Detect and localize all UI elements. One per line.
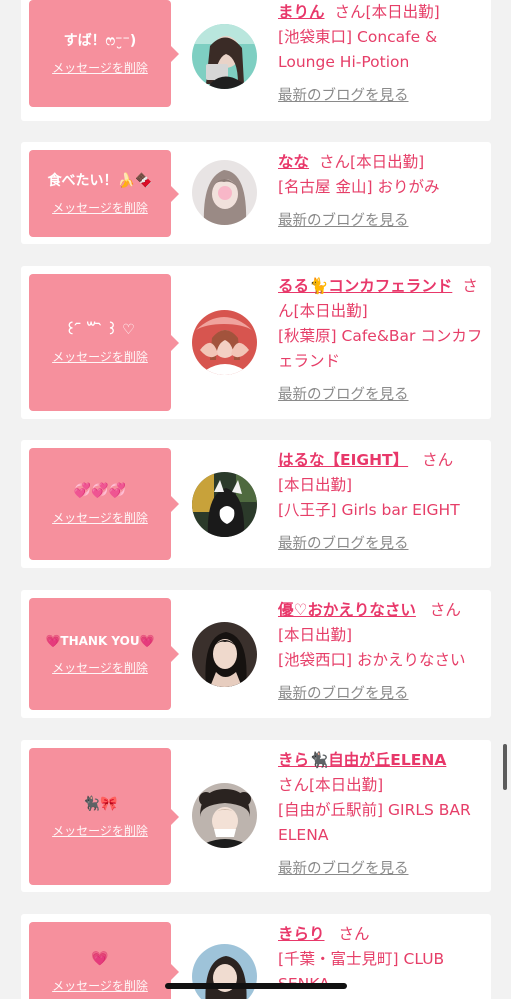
cast-name-link[interactable]: きらり xyxy=(278,925,325,943)
work-status: [本日出勤] xyxy=(350,153,425,171)
shop-name: [八王子] Girls bar EIGHT xyxy=(278,501,460,519)
avatar-photo-icon xyxy=(192,944,257,999)
message-bubble: 💞💞💞 メッセージを削除 xyxy=(29,448,179,560)
work-status: [本日出勤] xyxy=(278,476,353,494)
shop-name: [池袋東口] Concafe & Lounge Hi-Potion xyxy=(278,28,438,71)
avatar[interactable] xyxy=(192,24,257,89)
avatar[interactable] xyxy=(192,310,257,375)
message-bubble: 💗 メッセージを削除 xyxy=(29,922,179,999)
honorific: さん xyxy=(422,451,454,469)
message-text: ꒰ ᷇ ꒳ ᷆ ꒱ ♡ xyxy=(65,321,135,338)
cast-name-link[interactable]: るる🐈コンカフェランド xyxy=(278,277,452,295)
honorific: さん xyxy=(319,153,351,171)
message-card: ꒰ ᷇ ꒳ ᷆ ꒱ ♡ メッセージを削除 るる🐈コンカフェランド さん[本日出勤]… xyxy=(21,266,491,419)
honorific: さん xyxy=(278,776,310,794)
work-status: [本日出勤] xyxy=(278,626,353,644)
shop-name: [池袋西口] おかえりなさい xyxy=(278,651,466,669)
view-blog-link[interactable]: 最新のブログを見る xyxy=(278,857,484,878)
message-text: すば！ෆ⁻̮⁻) xyxy=(63,32,137,49)
honorific: さん xyxy=(429,601,461,619)
message-text: 💗 xyxy=(91,951,109,967)
work-status: [本日出勤] xyxy=(309,776,384,794)
cast-info: まりん さん[本日出勤] [池袋東口] Concafe & Lounge Hi-P… xyxy=(278,0,484,105)
view-blog-link[interactable]: 最新のブログを見る xyxy=(278,84,484,105)
shop-name: [自由が丘駅前] GIRLS BAR ELENA xyxy=(278,801,471,844)
message-bubble: 食べたい！🍌🍫 メッセージを削除 xyxy=(29,150,179,237)
avatar[interactable] xyxy=(192,944,257,999)
home-indicator[interactable] xyxy=(165,983,347,989)
cast-name-link[interactable]: まりん xyxy=(278,3,325,21)
scrollbar[interactable] xyxy=(503,744,507,790)
message-bubble: 💗THANK YOU💗 メッセージを削除 xyxy=(29,598,179,710)
cast-info: はるな【EIGHT】 さん [本日出勤] [八王子] Girls bar EIGH… xyxy=(278,448,484,553)
message-bubble: すば！ෆ⁻̮⁻) メッセージを削除 xyxy=(29,0,179,107)
cast-name-link[interactable]: なな xyxy=(278,153,309,171)
message-text: 食べたい！🍌🍫 xyxy=(47,172,153,189)
message-card: 💗THANK YOU💗 メッセージを削除 優♡おかえりなさい さん [本日出勤] … xyxy=(21,590,491,718)
message-list: すば！ෆ⁻̮⁻) メッセージを削除 まりん さん[本日出勤] [池袋東口] Con… xyxy=(0,0,511,999)
delete-message-link[interactable]: メッセージを削除 xyxy=(52,659,148,676)
message-card: すば！ෆ⁻̮⁻) メッセージを削除 まりん さん[本日出勤] [池袋東口] Con… xyxy=(21,0,491,121)
work-status: [本日出勤] xyxy=(293,302,368,320)
avatar-photo-icon xyxy=(192,783,257,848)
message-text: 💗THANK YOU💗 xyxy=(45,634,155,648)
message-card: 🐈‍⬛🎀 メッセージを削除 きら🐈‍⬛自由が丘ELENA さん[本日出勤] xyxy=(21,740,491,892)
delete-message-link[interactable]: メッセージを削除 xyxy=(52,509,148,526)
shop-name: [名古屋 金山] おりがみ xyxy=(278,178,440,196)
message-card: 食べたい！🍌🍫 メッセージを削除 なな さん[本日出勤] [名古屋 金山] おりが… xyxy=(21,142,491,244)
message-bubble: ꒰ ᷇ ꒳ ᷆ ꒱ ♡ メッセージを削除 xyxy=(29,274,179,411)
view-blog-link[interactable]: 最新のブログを見る xyxy=(278,209,484,230)
view-blog-link[interactable]: 最新のブログを見る xyxy=(278,682,484,703)
avatar-photo-icon xyxy=(192,160,257,225)
avatar[interactable] xyxy=(192,622,257,687)
avatar-photo-icon xyxy=(192,472,257,537)
view-blog-link[interactable]: 最新のブログを見る xyxy=(278,383,484,404)
message-text: 🐈‍⬛🎀 xyxy=(82,795,118,812)
cast-info: きら🐈‍⬛自由が丘ELENA さん[本日出勤] [自由が丘駅前] GIRLS B… xyxy=(278,748,484,878)
avatar[interactable] xyxy=(192,160,257,225)
message-card: 💞💞💞 メッセージを削除 はるな【EIGHT】 さん [本日出勤] [八王子] G… xyxy=(21,440,491,568)
cast-info: 優♡おかえりなさい さん [本日出勤] [池袋西口] おかえりなさい 最新のブログ… xyxy=(278,598,484,703)
delete-message-link[interactable]: メッセージを削除 xyxy=(52,59,148,76)
cast-info: なな さん[本日出勤] [名古屋 金山] おりがみ 最新のブログを見る xyxy=(278,150,484,230)
message-bubble: 🐈‍⬛🎀 メッセージを削除 xyxy=(29,748,179,885)
honorific: さん xyxy=(338,925,370,943)
delete-message-link[interactable]: メッセージを削除 xyxy=(52,977,148,994)
avatar-photo-icon xyxy=(192,310,257,375)
avatar-photo-icon xyxy=(192,622,257,687)
cast-name-link[interactable]: きら🐈‍⬛自由が丘ELENA xyxy=(278,751,446,769)
delete-message-link[interactable]: メッセージを削除 xyxy=(52,822,148,839)
avatar[interactable] xyxy=(192,783,257,848)
delete-message-link[interactable]: メッセージを削除 xyxy=(52,348,148,365)
honorific: さん xyxy=(334,3,366,21)
avatar[interactable] xyxy=(192,472,257,537)
cast-name-link[interactable]: はるな【EIGHT】 xyxy=(278,451,408,469)
view-blog-link[interactable]: 最新のブログを見る xyxy=(278,532,484,553)
shop-name: [秋葉原] Cafe&Bar コンカフェランド xyxy=(278,327,483,370)
cast-info: るる🐈コンカフェランド さん[本日出勤] [秋葉原] Cafe&Bar コンカフェ… xyxy=(278,274,484,404)
work-status: [本日出勤] xyxy=(365,3,440,21)
work-status: [千葉・富士見町] CLUB xyxy=(278,950,445,968)
message-text: 💞💞💞 xyxy=(73,483,127,499)
avatar-photo-icon xyxy=(192,24,257,89)
delete-message-link[interactable]: メッセージを削除 xyxy=(52,199,148,216)
cast-name-link[interactable]: 優♡おかえりなさい xyxy=(278,601,416,619)
